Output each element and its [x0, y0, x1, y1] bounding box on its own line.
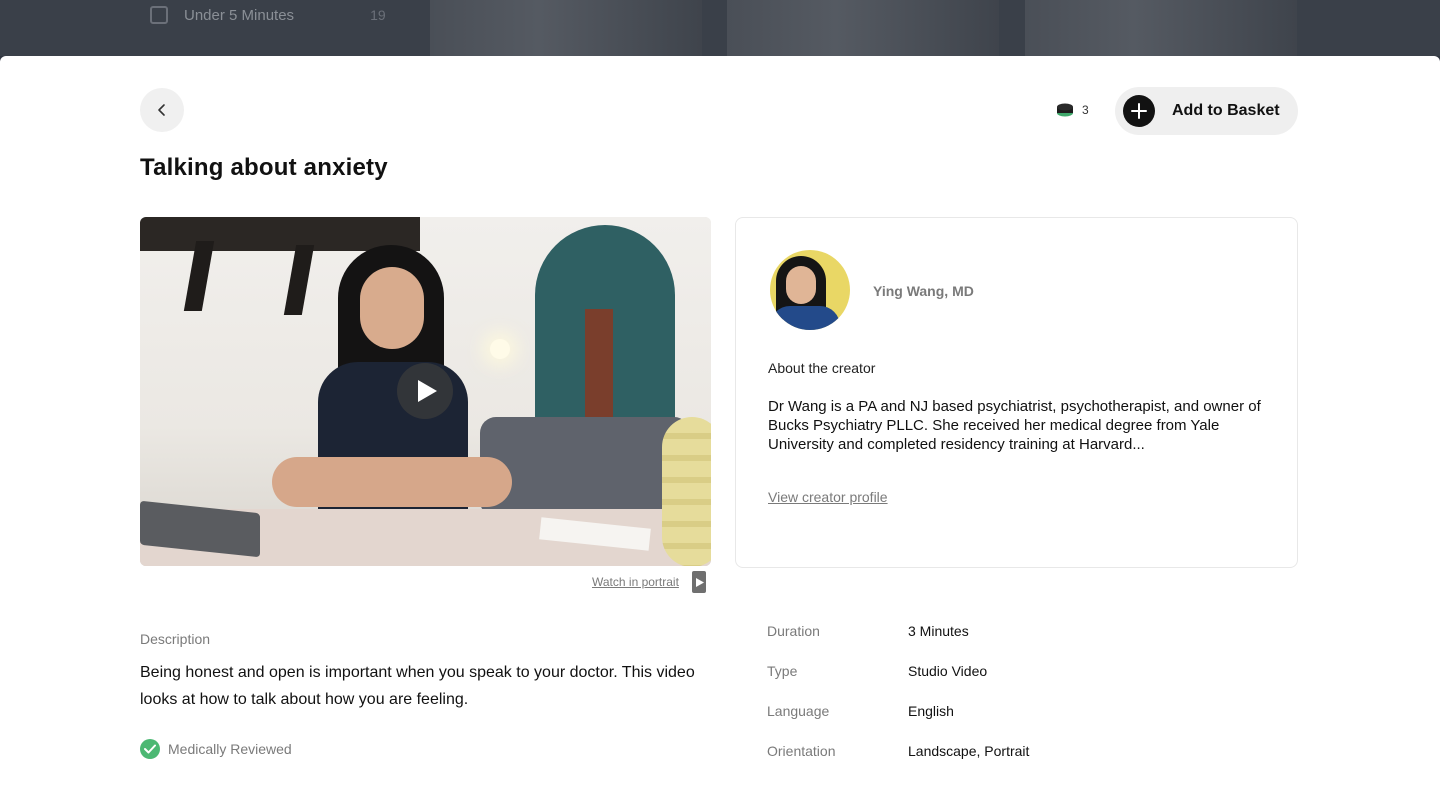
background-thumbnail	[727, 0, 999, 56]
credits-indicator: 3	[1056, 102, 1089, 118]
credits-count: 3	[1082, 103, 1089, 117]
view-creator-profile-link[interactable]: View creator profile	[768, 489, 888, 505]
chevron-left-icon	[158, 104, 165, 116]
meta-row-language: Language English	[767, 691, 1029, 731]
coin-stack-icon	[1057, 103, 1073, 117]
video-meta-table: Duration 3 Minutes Type Studio Video Lan…	[767, 611, 1029, 771]
meta-value: 3 Minutes	[908, 623, 969, 639]
filter-checkbox	[150, 6, 168, 24]
creator-avatar	[770, 250, 850, 330]
video-player[interactable]	[140, 217, 711, 566]
meta-row-type: Type Studio Video	[767, 651, 1029, 691]
watch-in-portrait-link[interactable]: Watch in portrait	[592, 575, 679, 589]
medically-reviewed-label: Medically Reviewed	[168, 741, 292, 757]
add-to-basket-label: Add to Basket	[1172, 102, 1280, 119]
creator-name: Ying Wang, MD	[873, 283, 974, 299]
background-thumbnail	[430, 0, 702, 56]
meta-key: Type	[767, 663, 798, 679]
creator-bio: Dr Wang is a PA and NJ based psychiatris…	[768, 398, 1261, 453]
filter-label: Under 5 Minutes	[184, 6, 295, 24]
plus-icon	[1123, 95, 1155, 127]
meta-row-duration: Duration 3 Minutes	[767, 611, 1029, 651]
about-creator-label: About the creator	[768, 360, 876, 376]
portrait-play-icon[interactable]	[692, 571, 706, 593]
meta-key: Orientation	[767, 743, 836, 759]
medically-reviewed-badge: Medically Reviewed	[140, 739, 292, 759]
description-label: Description	[140, 631, 211, 647]
filter-count: 19	[370, 7, 386, 23]
meta-row-orientation: Orientation Landscape, Portrait	[767, 731, 1029, 771]
meta-key: Language	[767, 703, 830, 719]
meta-value: English	[908, 703, 954, 719]
play-icon	[418, 380, 437, 402]
page-title: Talking about anxiety	[140, 154, 388, 181]
background-page: Under 5 Minutes 19	[0, 0, 1440, 56]
background-thumbnail	[1025, 0, 1297, 56]
meta-value: Studio Video	[908, 663, 988, 679]
meta-value: Landscape, Portrait	[908, 743, 1030, 759]
video-detail-modal: 3 Add to Basket Talking about anxiety Wa…	[0, 56, 1440, 810]
add-to-basket-button[interactable]: Add to Basket	[1115, 87, 1298, 135]
description-text: Being honest and open is important when …	[140, 664, 695, 708]
back-button[interactable]	[140, 88, 184, 132]
play-button[interactable]	[397, 363, 453, 419]
meta-key: Duration	[767, 623, 820, 639]
creator-card: Ying Wang, MD About the creator Dr Wang …	[735, 217, 1298, 568]
background-filter: Under 5 Minutes 19	[150, 6, 386, 24]
check-icon	[140, 739, 160, 759]
